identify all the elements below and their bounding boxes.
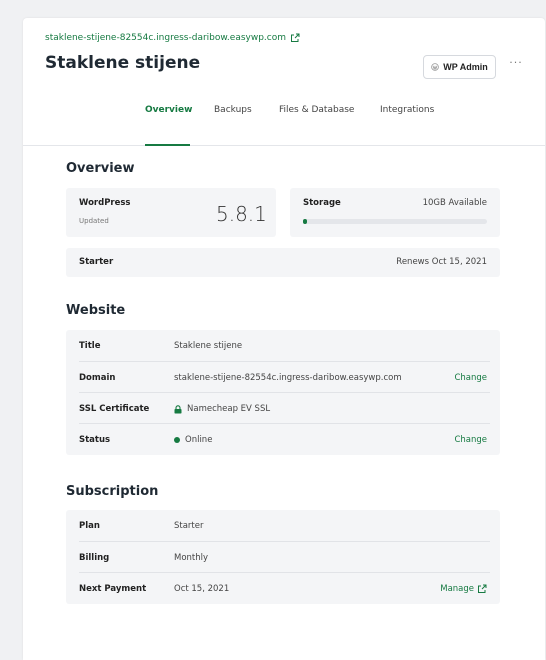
website-row-domain: Domain staklene-stijene-82554c.ingress-d…	[66, 362, 500, 393]
next-payment-value-text: Oct 15, 2021	[174, 584, 230, 594]
domain-value: staklene-stijene-82554c.ingress-daribow.…	[174, 373, 402, 383]
subscription-row-billing: Billing Monthly	[66, 542, 500, 573]
wordpress-status: Updated	[79, 217, 109, 225]
active-tab-indicator	[145, 144, 190, 146]
website-row-title: Title Staklene stijene	[66, 330, 500, 361]
plan-value: Starter	[174, 521, 204, 531]
plan-summary-row: Starter Renews Oct 15, 2021	[66, 248, 500, 277]
domain-label: Domain	[79, 373, 116, 383]
status-value: Online	[174, 435, 212, 445]
wordpress-version: 5.8.1	[216, 202, 267, 226]
status-value-text: Online	[185, 435, 213, 445]
site-url-link[interactable]: staklene-stijene-82554c.ingress-daribow.…	[45, 33, 300, 43]
website-row-status: Status Online Change	[66, 424, 500, 455]
ssl-value: Namecheap EV SSL	[174, 404, 270, 414]
manage-subscription-link[interactable]: Manage	[440, 584, 487, 594]
online-status-dot-icon	[174, 437, 180, 443]
subscription-row-next-payment: Next Payment Oct 15, 2021 Manage	[66, 573, 500, 604]
website-heading: Website	[66, 303, 126, 318]
title-value-text: Staklene stijene	[174, 341, 243, 351]
external-link-icon	[291, 33, 300, 42]
storage-progress-fill	[303, 219, 307, 224]
subscription-row-plan: Plan Starter	[66, 510, 500, 541]
site-header: staklene-stijene-82554c.ingress-daribow.…	[23, 18, 545, 146]
wordpress-label: WordPress	[79, 198, 131, 208]
plan-summary-label: Starter	[79, 257, 114, 267]
wordpress-icon	[431, 63, 440, 71]
storage-available: 10GB Available	[422, 198, 487, 208]
storage-panel: Storage 10GB Available	[290, 188, 500, 237]
tab-integrations[interactable]: Integrations	[380, 105, 434, 125]
website-row-ssl: SSL Certificate Namecheap EV SSL	[66, 393, 500, 424]
status-label: Status	[79, 435, 111, 445]
overview-heading: Overview	[66, 161, 135, 176]
site-url-text: staklene-stijene-82554c.ingress-daribow.…	[45, 33, 287, 43]
wp-admin-button[interactable]: WP Admin	[423, 55, 496, 79]
billing-value-text: Monthly	[174, 553, 209, 563]
tab-overview[interactable]: Overview	[145, 105, 192, 125]
billing-value: Monthly	[174, 553, 208, 563]
ssl-label: SSL Certificate	[79, 404, 150, 414]
wordpress-panel: WordPress Updated 5.8.1	[66, 188, 276, 237]
change-domain-button[interactable]: Change	[454, 373, 487, 383]
manage-label: Manage	[440, 584, 474, 594]
domain-value-text: staklene-stijene-82554c.ingress-daribow.…	[174, 373, 402, 383]
page-title: Staklene stijene	[45, 53, 201, 73]
lock-icon	[174, 404, 182, 413]
site-card: staklene-stijene-82554c.ingress-daribow.…	[23, 18, 545, 660]
storage-progress-track	[303, 219, 487, 224]
plan-renewal: Renews Oct 15, 2021	[396, 257, 487, 267]
subscription-heading: Subscription	[66, 484, 159, 499]
change-status-button[interactable]: Change	[454, 435, 487, 445]
next-payment-label: Next Payment	[79, 584, 147, 594]
external-link-icon	[478, 584, 487, 593]
more-options-button[interactable]: ···	[505, 56, 527, 74]
tab-files-database[interactable]: Files & Database	[279, 105, 354, 125]
wp-admin-label: WP Admin	[443, 62, 488, 72]
next-payment-value: Oct 15, 2021	[174, 584, 229, 594]
plan-value-text: Starter	[174, 521, 204, 531]
ssl-value-text: Namecheap EV SSL	[187, 404, 271, 414]
plan-label: Plan	[79, 521, 100, 531]
tab-backups[interactable]: Backups	[214, 105, 252, 125]
title-value: Staklene stijene	[174, 341, 242, 351]
storage-label: Storage	[303, 198, 341, 208]
billing-label: Billing	[79, 553, 110, 563]
title-label: Title	[79, 341, 101, 351]
